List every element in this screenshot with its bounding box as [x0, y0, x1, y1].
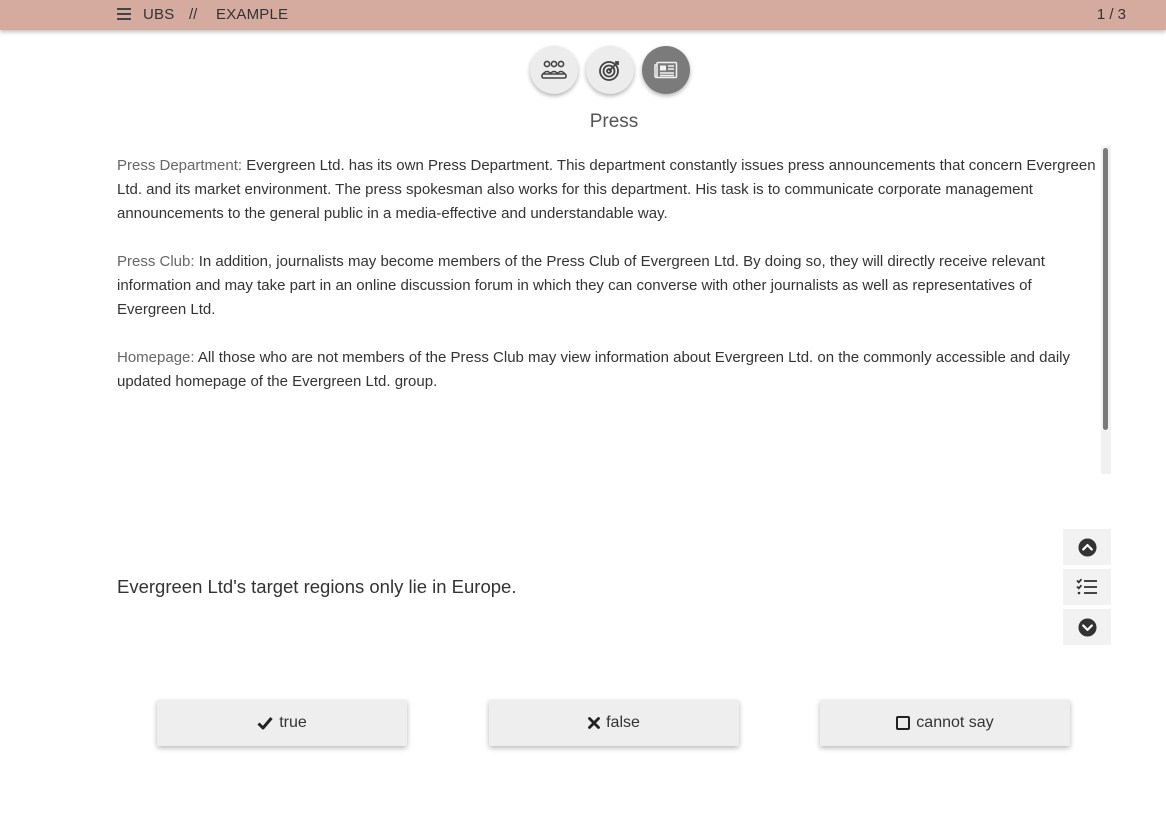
paragraph-text: In addition, journalists may become memb…	[117, 253, 1045, 318]
section-content: Press Department: Evergreen Ltd. has its…	[117, 154, 1097, 474]
tab-team[interactable]	[530, 46, 578, 94]
answer-true-label: true	[279, 714, 307, 731]
term-label: Press Club:	[117, 253, 195, 270]
tab-target[interactable]	[586, 46, 634, 94]
previous-question-button[interactable]	[1063, 529, 1111, 565]
answer-cannot-say-button[interactable]: cannot say	[820, 700, 1070, 746]
answer-cannot-say-label: cannot say	[916, 714, 994, 731]
check-icon	[257, 717, 273, 730]
paragraph-press-department: Press Department: Evergreen Ltd. has its…	[117, 154, 1097, 226]
question-statement: Evergreen Ltd's target regions only lie …	[117, 576, 517, 597]
question-list-button[interactable]	[1063, 569, 1111, 605]
target-icon	[599, 61, 619, 81]
answer-false-button[interactable]: false	[489, 700, 739, 746]
menu-icon[interactable]	[117, 8, 131, 20]
cross-icon	[588, 717, 600, 729]
paragraph-homepage: Homepage: All those who are not members …	[117, 346, 1097, 394]
newspaper-icon	[654, 61, 678, 79]
empty-square-icon	[896, 716, 911, 730]
answer-false-label: false	[606, 714, 640, 731]
checklist-icon	[1076, 578, 1097, 595]
section-title: Press	[589, 111, 639, 132]
chevron-circle-down-icon	[1077, 617, 1097, 637]
chevron-circle-up-icon	[1077, 537, 1097, 557]
paragraph-press-club: Press Club: In addition, journalists may…	[117, 250, 1097, 322]
page-counter: 1 / 3	[1096, 6, 1126, 23]
next-question-button[interactable]	[1063, 609, 1111, 645]
paragraph-text: Evergreen Ltd. has its own Press Departm…	[117, 157, 1096, 222]
brand-label: UBS	[143, 6, 175, 23]
team-icon	[541, 60, 567, 79]
paragraph-text: All those who are not members of the Pre…	[117, 349, 1071, 390]
scrollbar-thumb[interactable]	[1103, 148, 1108, 430]
term-label: Press Department:	[117, 157, 243, 174]
breadcrumb-current: EXAMPLE	[216, 6, 289, 23]
tab-press[interactable]	[642, 46, 690, 94]
term-label: Homepage:	[117, 349, 195, 366]
answer-true-button[interactable]: true	[157, 700, 407, 746]
breadcrumb-separator: //	[189, 6, 198, 23]
top-bar: UBS // EXAMPLE 1 / 3	[0, 0, 1166, 30]
